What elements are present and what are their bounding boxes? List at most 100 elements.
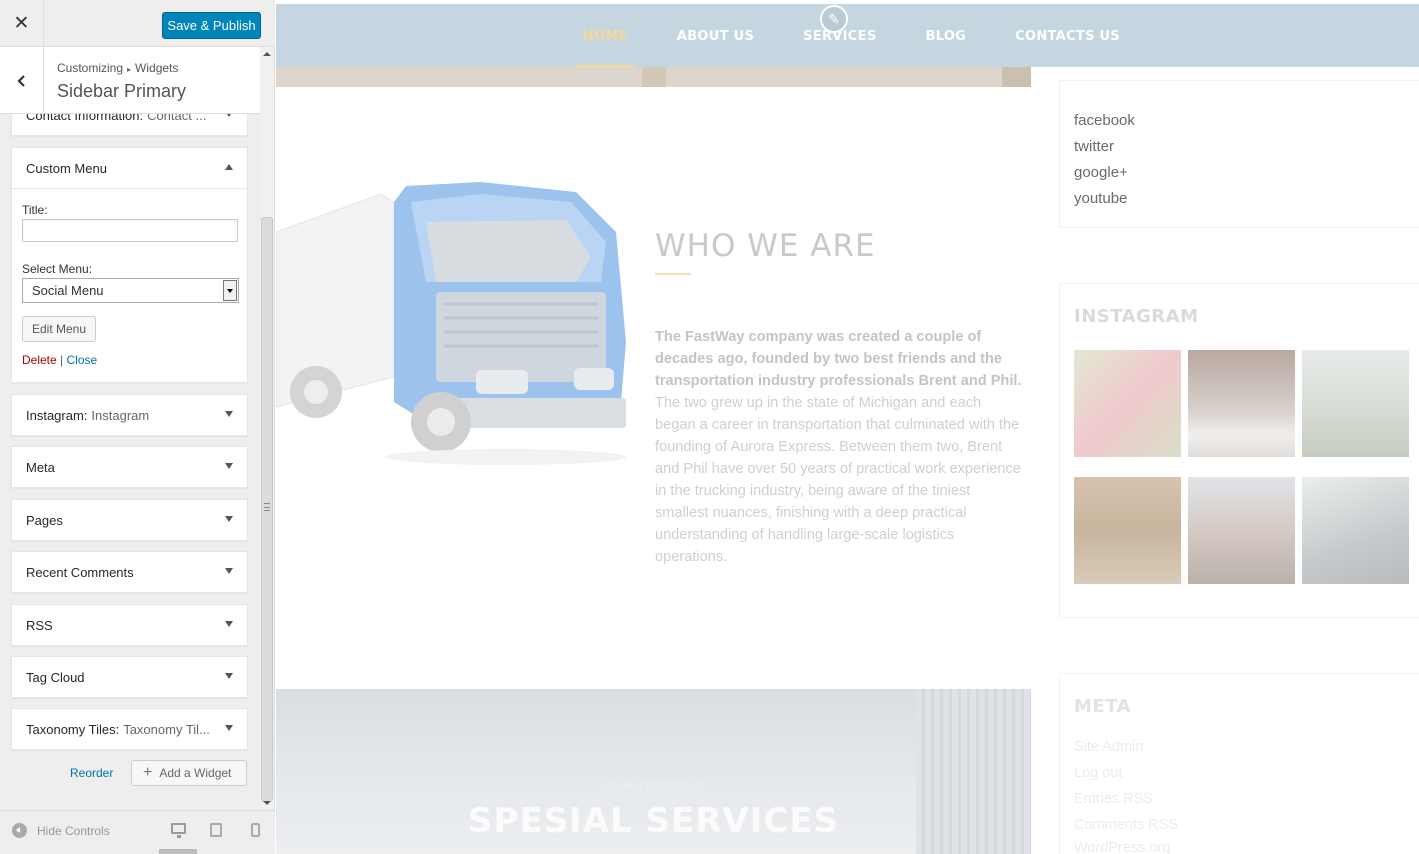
close-link[interactable]: Close [67, 353, 98, 367]
expand-arrow-icon[interactable] [225, 411, 233, 417]
widget-title-bar[interactable]: Recent Comments [12, 552, 247, 592]
save-publish-button[interactable]: Save & Publish [162, 12, 261, 39]
widget-instagram[interactable]: Instagram: Instagram [11, 394, 248, 436]
add-widget-label: Add a Widget [159, 766, 232, 780]
instagram-photo[interactable] [1188, 477, 1295, 584]
scroll-up-arrow-icon[interactable] [260, 47, 274, 61]
meta-link-site-admin[interactable]: Site Admin [1074, 739, 1143, 755]
widget-title-bar[interactable]: Taxonomy Tiles: Taxonomy Til... [12, 709, 247, 749]
meta-link-comments-rss[interactable]: Comments RSS [1074, 817, 1178, 833]
select-menu-label: Select Menu: [22, 262, 93, 276]
widget-title-bar[interactable]: RSS [12, 605, 247, 645]
widget-name: Taxonomy Tiles: [26, 721, 120, 737]
widget-title-bar[interactable]: Pages [12, 500, 247, 540]
instagram-photo[interactable] [1302, 477, 1409, 584]
mobile-preview-icon[interactable] [251, 823, 260, 837]
delete-link[interactable]: Delete [22, 353, 57, 367]
hide-controls-button[interactable]: Hide Controls [12, 823, 110, 838]
breadcrumb-parent: Widgets [135, 61, 179, 75]
instagram-photo[interactable] [1188, 350, 1295, 457]
widget-taxonomy-tiles[interactable]: Taxonomy Tiles: Taxonomy Til... [11, 708, 248, 750]
social-link-youtube[interactable]: youtube [1074, 190, 1127, 207]
back-button[interactable] [0, 47, 44, 114]
collapse-arrow-icon[interactable] [225, 164, 233, 170]
customizer-window: Contact Information: Contact ... Custom … [0, 0, 1419, 854]
scroll-down-arrow-icon[interactable] [260, 796, 274, 810]
hide-controls-label: Hide Controls [37, 823, 110, 838]
meta-widget: META Site Admin Log out Entries RSS Comm… [1059, 673, 1419, 854]
title-input[interactable] [22, 219, 238, 242]
reorder-link[interactable]: Reorder [70, 766, 113, 780]
instagram-photo[interactable] [1074, 350, 1181, 457]
widget-tag-cloud[interactable]: Tag Cloud [11, 656, 248, 698]
widget-custom-menu: Custom Menu Title: Select Menu: Social M… [11, 147, 248, 383]
widgets-list: Contact Information: Contact ... Custom … [0, 100, 260, 810]
widget-title-bar[interactable]: Meta [12, 447, 247, 487]
tablet-preview-icon[interactable] [210, 823, 222, 837]
main-navigation: HOME ABOUT US SERVICES BLOG CONTACTS US … [276, 4, 1419, 67]
widget-subtitle: Instagram [91, 407, 150, 423]
expand-arrow-icon[interactable] [225, 673, 233, 679]
nav-home[interactable]: HOME [574, 29, 636, 67]
meta-link-wordpress[interactable]: WordPress.org [1074, 840, 1170, 854]
edit-shortcut-pencil-icon[interactable]: ✎ [820, 5, 848, 33]
grip-icon [264, 503, 270, 511]
select-menu-dropdown[interactable]: Social Menu [22, 278, 239, 303]
meta-link-log-out[interactable]: Log out [1074, 765, 1122, 781]
about-lead: The FastWay company was created a couple… [655, 329, 1022, 389]
social-link-google-plus[interactable]: google+ [1074, 164, 1128, 181]
widget-pages[interactable]: Pages [11, 499, 248, 541]
widget-recent-comments[interactable]: Recent Comments [11, 551, 248, 593]
meta-title: META [1074, 696, 1132, 717]
widget-title-bar[interactable]: Instagram: Instagram [12, 395, 247, 435]
expand-arrow-icon[interactable] [225, 516, 233, 522]
expand-arrow-icon[interactable] [225, 725, 233, 731]
dropdown-arrow-icon[interactable] [223, 280, 237, 301]
widget-subtitle: Taxonomy Til... [123, 721, 210, 737]
section-header: Customizing ▸ Widgets Sidebar Primary [0, 47, 260, 114]
services-eyebrow: OUR SERVICES [603, 780, 704, 792]
widget-rss[interactable]: RSS [11, 604, 248, 646]
expand-arrow-icon[interactable] [225, 621, 233, 627]
plus-icon: + [143, 764, 153, 781]
edit-menu-button[interactable]: Edit Menu [22, 316, 97, 342]
close-customizer-button[interactable]: ✕ [0, 0, 44, 47]
widget-name: RSS [26, 617, 53, 633]
selected-menu-value: Social Menu [32, 283, 104, 298]
desktop-preview-icon[interactable] [171, 823, 186, 838]
custom-menu-form: Title: Select Menu: Social Menu Edit Men… [12, 188, 247, 379]
nav-menu: HOME ABOUT US SERVICES BLOG CONTACTS US [574, 4, 1120, 67]
meta-link-entries-rss[interactable]: Entries RSS [1074, 791, 1153, 807]
hero-image-strip [276, 67, 1031, 87]
nav-contacts-us[interactable]: CONTACTS US [1015, 29, 1120, 67]
collapse-icon [12, 823, 27, 838]
nav-about-us[interactable]: ABOUT US [677, 29, 754, 67]
services-title: SPESIAL SERVICES [467, 801, 840, 841]
about-body: The two grew up in the state of Michigan… [655, 395, 1021, 565]
panel-scrollbar[interactable] [260, 47, 274, 810]
truck-image [276, 182, 626, 465]
scrollbar-thumb[interactable] [261, 217, 273, 802]
widget-meta[interactable]: Meta [11, 446, 248, 488]
expand-arrow-icon[interactable] [225, 568, 233, 574]
widget-title-bar[interactable]: Custom Menu [12, 148, 247, 188]
about-text: The FastWay company was created a couple… [655, 326, 1025, 568]
widget-name: Meta [26, 459, 55, 475]
section-title: Sidebar Primary [57, 81, 187, 101]
widget-title-bar[interactable]: Tag Cloud [12, 657, 247, 697]
nav-services[interactable]: SERVICES [803, 29, 876, 67]
expand-arrow-icon[interactable] [225, 463, 233, 469]
add-widget-button[interactable]: + Add a Widget [131, 760, 247, 786]
instagram-photo[interactable] [1302, 350, 1409, 457]
instagram-title: INSTAGRAM [1074, 306, 1199, 327]
nav-blog[interactable]: BLOG [926, 29, 967, 67]
social-link-twitter[interactable]: twitter [1074, 138, 1114, 155]
customizer-header: ✕ Save & Publish [0, 0, 275, 47]
title-underline [655, 273, 691, 275]
customizer-footer: Hide Controls [0, 810, 275, 854]
widget-name: Tag Cloud [26, 669, 85, 685]
breadcrumb: Customizing ▸ Widgets [57, 61, 178, 75]
instagram-photo[interactable] [1074, 477, 1181, 584]
social-link-facebook[interactable]: facebook [1074, 112, 1135, 129]
chevron-left-icon [16, 74, 25, 87]
